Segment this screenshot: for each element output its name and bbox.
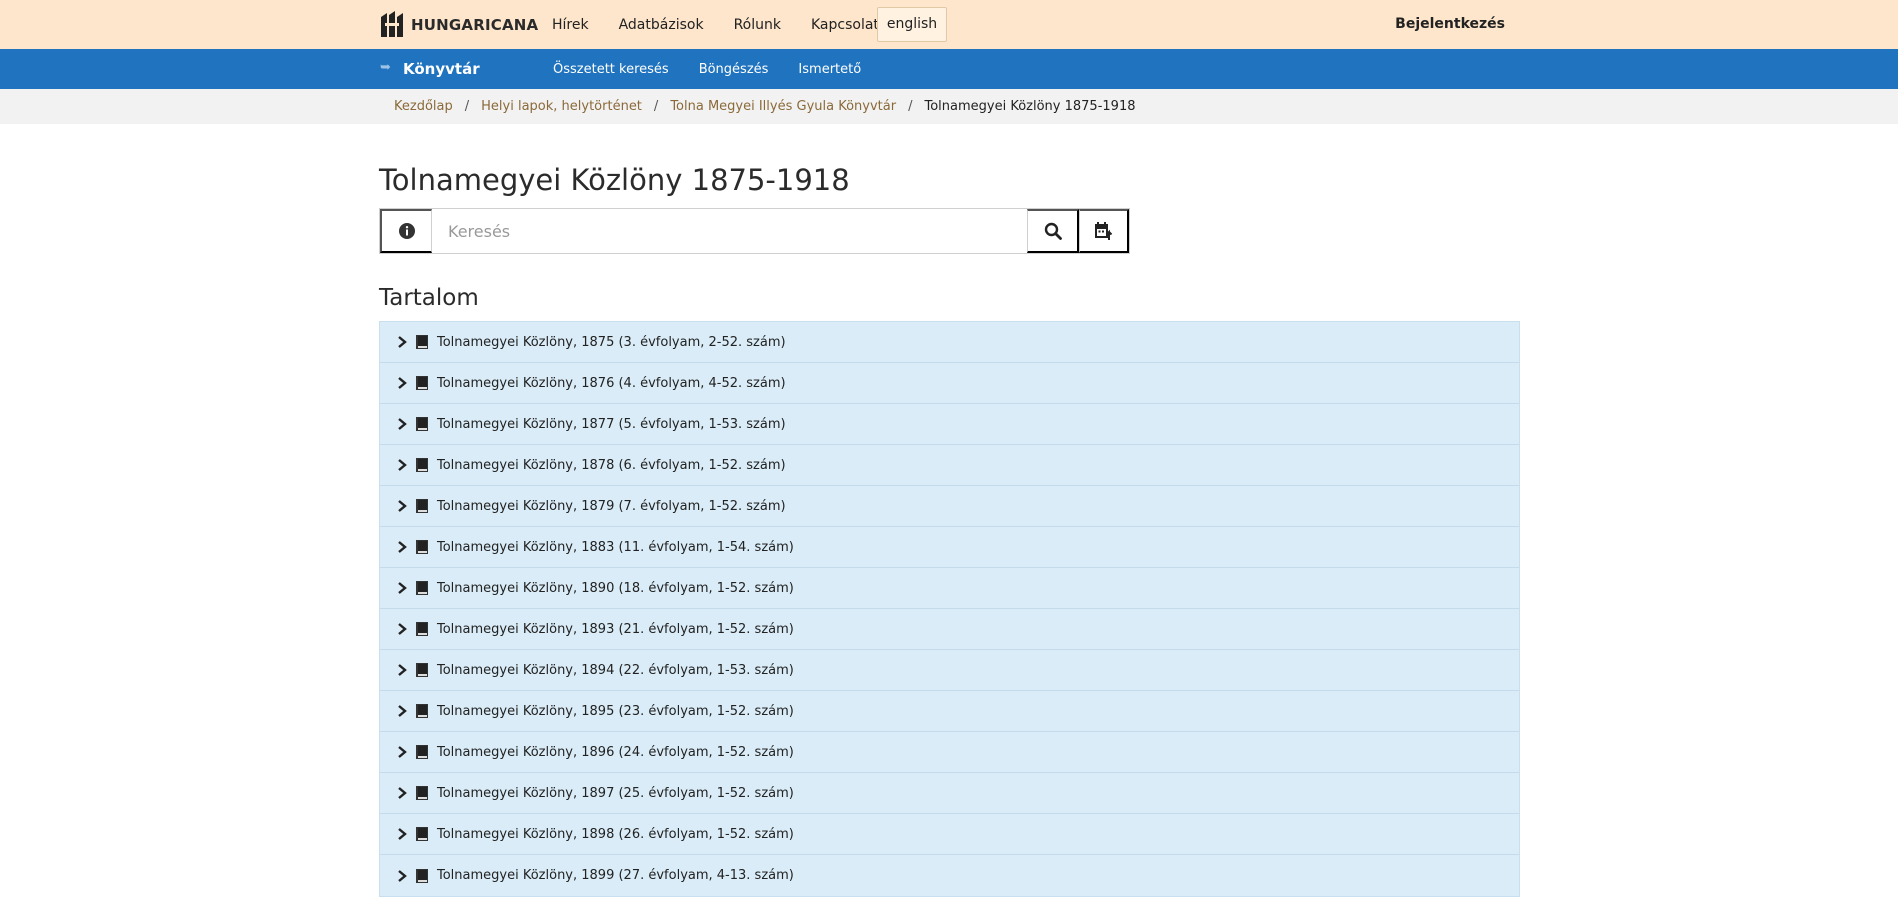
chevron-right-icon[interactable] — [397, 335, 407, 349]
book-icon — [416, 704, 428, 718]
list-item[interactable]: Tolnamegyei Közlöny, 1879 (7. évfolyam, … — [380, 486, 1519, 527]
list-item[interactable]: Tolnamegyei Közlöny, 1894 (22. évfolyam,… — [380, 650, 1519, 691]
main-nav: Hírek Adatbázisok Rólunk Kapcsolat — [552, 0, 909, 49]
chevron-right-icon[interactable] — [397, 622, 407, 636]
list-item-label[interactable]: Tolnamegyei Közlöny, 1883 (11. évfolyam,… — [437, 540, 794, 555]
nav-hirek[interactable]: Hírek — [552, 17, 589, 33]
list-item-label[interactable]: Tolnamegyei Közlöny, 1879 (7. évfolyam, … — [437, 499, 786, 514]
list-item[interactable]: Tolnamegyei Közlöny, 1890 (18. évfolyam,… — [380, 568, 1519, 609]
book-icon — [416, 540, 428, 554]
book-icon — [416, 458, 428, 472]
list-item[interactable]: Tolnamegyei Közlöny, 1893 (21. évfolyam,… — [380, 609, 1519, 650]
list-item-label[interactable]: Tolnamegyei Közlöny, 1876 (4. évfolyam, … — [437, 376, 786, 391]
section-nav: Összetett keresés Böngészés Ismertető — [553, 49, 891, 89]
library-arrow-icon: ➥ — [380, 60, 391, 75]
list-item[interactable]: Tolnamegyei Közlöny, 1876 (4. évfolyam, … — [380, 363, 1519, 404]
book-icon — [416, 376, 428, 390]
list-item-label[interactable]: Tolnamegyei Közlöny, 1878 (6. évfolyam, … — [437, 458, 786, 473]
chevron-right-icon[interactable] — [397, 663, 407, 677]
breadcrumb-home[interactable]: Kezdőlap — [394, 99, 453, 114]
login-link[interactable]: Bejelentkezés — [1395, 0, 1505, 49]
chevron-right-icon[interactable] — [397, 417, 407, 431]
list-item[interactable]: Tolnamegyei Közlöny, 1896 (24. évfolyam,… — [380, 732, 1519, 773]
contents-list: Tolnamegyei Közlöny, 1875 (3. évfolyam, … — [379, 321, 1520, 897]
book-icon — [416, 335, 428, 349]
list-item-label[interactable]: Tolnamegyei Közlöny, 1894 (22. évfolyam,… — [437, 663, 794, 678]
list-item[interactable]: Tolnamegyei Közlöny, 1895 (23. évfolyam,… — [380, 691, 1519, 732]
list-item[interactable]: Tolnamegyei Közlöny, 1899 (27. évfolyam,… — [380, 855, 1519, 896]
info-circle-icon — [398, 223, 415, 239]
nav-kapcsolat[interactable]: Kapcsolat — [811, 17, 879, 33]
top-header: HUNGARICANA Hírek Adatbázisok Rólunk Kap… — [0, 0, 1898, 49]
search-input[interactable] — [432, 209, 1027, 253]
book-icon — [416, 827, 428, 841]
book-icon — [416, 663, 428, 677]
section-header: ➥ Könyvtár Összetett keresés Böngészés I… — [0, 49, 1898, 89]
search-button[interactable] — [1027, 209, 1079, 253]
list-item[interactable]: Tolnamegyei Közlöny, 1897 (25. évfolyam,… — [380, 773, 1519, 814]
book-icon — [416, 499, 428, 513]
search-icon — [1044, 222, 1062, 240]
book-icon — [416, 581, 428, 595]
list-item-label[interactable]: Tolnamegyei Közlöny, 1898 (26. évfolyam,… — [437, 827, 794, 842]
list-item-label[interactable]: Tolnamegyei Közlöny, 1895 (23. évfolyam,… — [437, 704, 794, 719]
breadcrumb-separator: / — [908, 99, 913, 114]
book-icon — [416, 745, 428, 759]
book-icon — [416, 417, 428, 431]
breadcrumb-current: Tolnamegyei Közlöny 1875-1918 — [924, 99, 1136, 114]
chevron-right-icon[interactable] — [397, 786, 407, 800]
chevron-right-icon[interactable] — [397, 458, 407, 472]
nav-browse[interactable]: Böngészés — [699, 62, 769, 77]
book-icon — [416, 868, 428, 883]
hungaricana-logo[interactable]: HUNGARICANA — [379, 11, 538, 39]
list-item[interactable]: Tolnamegyei Közlöny, 1877 (5. évfolyam, … — [380, 404, 1519, 445]
breadcrumb-separator: / — [464, 99, 470, 114]
list-item-label[interactable]: Tolnamegyei Közlöny, 1875 (3. évfolyam, … — [437, 335, 786, 350]
export-button[interactable] — [1079, 209, 1129, 253]
chevron-right-icon[interactable] — [397, 499, 407, 513]
chevron-right-icon[interactable] — [397, 704, 407, 718]
search-bar — [379, 208, 1130, 254]
chevron-right-icon[interactable] — [397, 827, 407, 841]
breadcrumb: Kezdőlap / Helyi lapok, helytörténet / T… — [394, 89, 1135, 124]
list-item-label[interactable]: Tolnamegyei Közlöny, 1899 (27. évfolyam,… — [437, 868, 794, 883]
book-icon — [416, 786, 428, 800]
info-button[interactable] — [380, 209, 432, 253]
nav-about[interactable]: Ismertető — [798, 62, 861, 77]
list-item-label[interactable]: Tolnamegyei Közlöny, 1896 (24. évfolyam,… — [437, 745, 794, 760]
language-button[interactable]: english — [877, 7, 947, 42]
breadcrumb-library[interactable]: Tolna Megyei Illyés Gyula Könyvtár — [670, 99, 896, 114]
page-title: Tolnamegyei Közlöny 1875-1918 — [379, 163, 850, 197]
breadcrumb-bar: Kezdőlap / Helyi lapok, helytörténet / T… — [0, 89, 1898, 124]
chevron-right-icon[interactable] — [397, 869, 407, 883]
list-item-label[interactable]: Tolnamegyei Közlöny, 1877 (5. évfolyam, … — [437, 417, 786, 432]
nav-adatbazisok[interactable]: Adatbázisok — [619, 17, 704, 33]
contents-title: Tartalom — [379, 285, 479, 311]
list-item-label[interactable]: Tolnamegyei Közlöny, 1893 (21. évfolyam,… — [437, 622, 794, 637]
list-item[interactable]: Tolnamegyei Közlöny, 1875 (3. évfolyam, … — [380, 322, 1519, 363]
list-item[interactable]: Tolnamegyei Közlöny, 1883 (11. évfolyam,… — [380, 527, 1519, 568]
list-item[interactable]: Tolnamegyei Közlöny, 1898 (26. évfolyam,… — [380, 814, 1519, 855]
chevron-right-icon[interactable] — [397, 745, 407, 759]
list-item-label[interactable]: Tolnamegyei Közlöny, 1890 (18. évfolyam,… — [437, 581, 794, 596]
library-title[interactable]: Könyvtár — [403, 49, 480, 89]
chevron-right-icon[interactable] — [397, 376, 407, 390]
book-icon — [416, 622, 428, 636]
breadcrumb-local-papers[interactable]: Helyi lapok, helytörténet — [481, 99, 642, 114]
list-item-label[interactable]: Tolnamegyei Közlöny, 1897 (25. évfolyam,… — [437, 786, 794, 801]
nav-rolunk[interactable]: Rólunk — [734, 17, 781, 33]
breadcrumb-separator: / — [653, 99, 659, 114]
list-item[interactable]: Tolnamegyei Közlöny, 1878 (6. évfolyam, … — [380, 445, 1519, 486]
calendar-export-icon — [1094, 222, 1112, 240]
nav-advanced-search[interactable]: Összetett keresés — [553, 62, 669, 77]
logo-text: HUNGARICANA — [411, 16, 539, 34]
chevron-right-icon[interactable] — [397, 581, 407, 595]
chevron-right-icon[interactable] — [397, 540, 407, 554]
hungaricana-logo-icon — [381, 11, 403, 37]
